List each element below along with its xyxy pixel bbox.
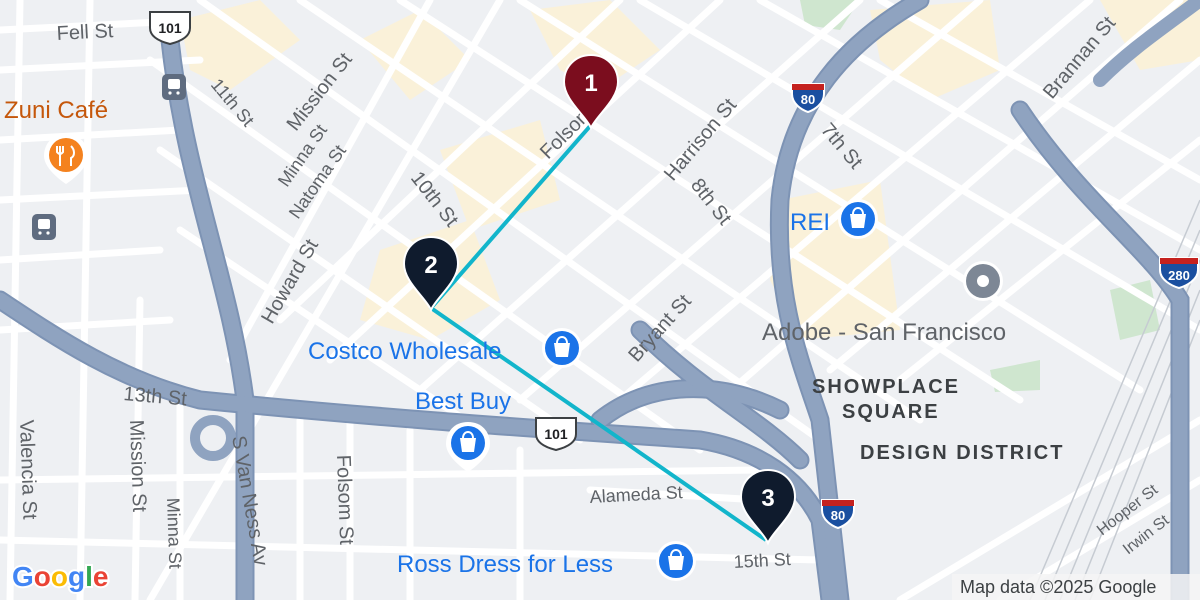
svg-text:280: 280 (1168, 268, 1190, 283)
poi-label-ross: Ross Dress for Less (397, 551, 613, 578)
street-label-13th: 13th St (123, 383, 188, 410)
street-label-valencia: Valencia St (15, 419, 40, 520)
street-label-fell: Fell St (56, 20, 114, 45)
street-label-minna-bottom: Minna St (163, 497, 185, 569)
poi-label-rei: REI (790, 209, 830, 236)
poi-ross[interactable]: Ross Dress for Less (397, 541, 696, 581)
svg-text:2: 2 (424, 252, 437, 279)
svg-text:3: 3 (761, 485, 774, 512)
svg-text:Map data ©2025 Google: Map data ©2025 Google (960, 577, 1156, 597)
transit-stop-icon[interactable] (32, 214, 56, 240)
poi-label-adobe: Adobe - San Francisco (762, 319, 1006, 346)
poi-label-costco: Costco Wholesale (308, 338, 501, 365)
svg-text:80: 80 (801, 92, 815, 107)
highway-shield-us101-mid: 101 (535, 417, 577, 452)
svg-text:80: 80 (831, 508, 845, 523)
district-label-showplace-2: SQUARE (842, 401, 940, 423)
svg-text:Google: Google (12, 561, 108, 592)
map-canvas[interactable]: Fell St Mission St 11th St Minna St Nato… (0, 0, 1200, 600)
street-label-alameda: Alameda St (589, 482, 683, 507)
map-view[interactable]: Fell St Mission St 11th St Minna St Nato… (0, 0, 1200, 600)
transit-stop-icon[interactable] (162, 74, 186, 100)
highway-shield-us101-top: 101 (149, 11, 191, 46)
svg-text:101: 101 (544, 426, 568, 442)
street-label-mission-top: Mission St (283, 48, 357, 135)
street-label-15th: 15th St (733, 549, 791, 572)
poi-label-zuni: Zuni Café (4, 97, 108, 124)
route-marker-3[interactable]: 3 (739, 468, 797, 546)
street-label-folsom-bottom: Folsom St (332, 454, 357, 545)
poi-label-best-buy: Best Buy (415, 388, 511, 415)
district-label-design-district: DESIGN DISTRICT (860, 442, 1064, 464)
google-logo: Google (10, 559, 110, 594)
street-label-mission-bottom: Mission St (125, 419, 150, 512)
street-label-harrison: Harrison St (660, 94, 741, 185)
district-label-showplace-1: SHOWPLACE (812, 376, 960, 398)
svg-text:101: 101 (158, 20, 182, 36)
restaurant-icon (49, 138, 83, 172)
svg-text:1: 1 (584, 70, 597, 97)
attribution[interactable]: Map data ©2025 Google (952, 574, 1200, 600)
